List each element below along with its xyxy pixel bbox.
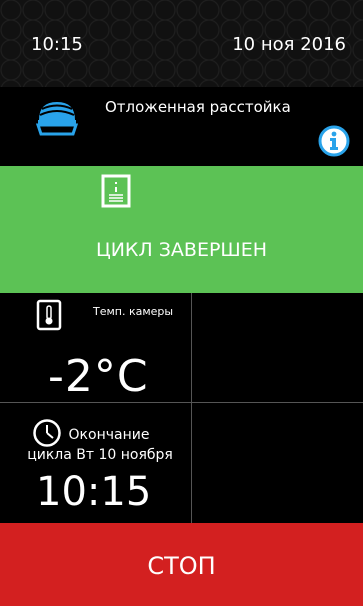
program-header: Отложенная расстойка bbox=[0, 88, 363, 166]
empty-cell bbox=[191, 293, 363, 403]
program-title: Отложенная расстойка bbox=[105, 98, 291, 116]
proofing-dome-icon bbox=[35, 102, 79, 136]
info-icon[interactable] bbox=[318, 125, 350, 157]
chamber-temp-cell: Темп. камеры -2°C bbox=[0, 293, 192, 403]
chamber-temp-value: -2°C bbox=[48, 351, 149, 402]
recipe-document-icon bbox=[101, 174, 131, 208]
status-bar: 10:15 10 ноя 2016 bbox=[0, 0, 363, 88]
chamber-temp-label: Темп. камеры bbox=[93, 305, 174, 318]
cycle-end-cell: Окончание цикла Вт 10 ноября 10:15 bbox=[0, 403, 192, 523]
current-date: 10 ноя 2016 bbox=[232, 34, 346, 55]
stop-button-label: СТОП bbox=[147, 552, 216, 580]
empty-cell bbox=[191, 403, 363, 523]
cycle-status-panel: ЦИКЛ ЗАВЕРШЕН bbox=[0, 166, 363, 293]
clock-time: 10:15 bbox=[31, 34, 83, 55]
stop-button[interactable]: СТОП bbox=[0, 523, 363, 606]
cycle-end-time: 10:15 bbox=[36, 469, 152, 515]
info-grid: Темп. камеры -2°C Окончание цикла Вт 10 … bbox=[0, 293, 363, 523]
cycle-end-label-line1: Окончание bbox=[68, 427, 150, 443]
cycle-status-label: ЦИКЛ ЗАВЕРШЕН bbox=[95, 239, 268, 261]
thermometer-icon bbox=[36, 299, 62, 331]
cycle-end-label-line2: цикла Вт 10 ноября bbox=[27, 447, 173, 463]
cycle-end-label: Окончание цикла Вт 10 ноября bbox=[0, 425, 192, 465]
